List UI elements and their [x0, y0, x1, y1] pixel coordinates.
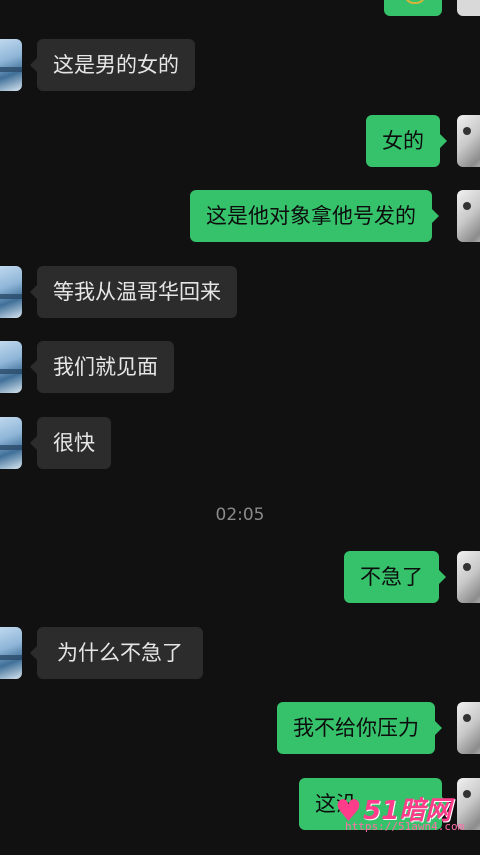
contact-avatar[interactable]	[0, 341, 22, 393]
incoming-message-bubble[interactable]: 这是男的女的	[30, 39, 195, 91]
my-avatar[interactable]	[457, 115, 480, 167]
watermark-url: https://51awn4.com	[345, 820, 465, 833]
my-avatar[interactable]	[457, 0, 480, 16]
chat-window: 这是男的女的 女的 这是他对象拿他号发的 等我从温哥华回来 我们就见面 很快 0…	[0, 0, 480, 855]
outgoing-message-bubble[interactable]: 不急了	[344, 551, 446, 603]
incoming-message-bubble[interactable]: 我们就见面	[30, 341, 174, 393]
contact-avatar[interactable]	[0, 39, 22, 91]
my-avatar[interactable]	[457, 190, 480, 242]
my-avatar[interactable]	[457, 551, 480, 603]
incoming-message-bubble[interactable]: 等我从温哥华回来	[30, 266, 237, 318]
contact-avatar[interactable]	[0, 417, 22, 469]
incoming-message-bubble[interactable]: 为什么不急了	[30, 627, 203, 679]
my-avatar[interactable]	[457, 702, 480, 754]
incoming-message-bubble[interactable]: 很快	[30, 417, 111, 469]
partial-message-bubble[interactable]	[384, 0, 442, 16]
contact-avatar[interactable]	[0, 627, 22, 679]
outgoing-message-bubble[interactable]: 我不给你压力	[277, 702, 442, 754]
outgoing-message-bubble[interactable]: 女的	[366, 115, 447, 167]
outgoing-message-bubble[interactable]: 这是他对象拿他号发的	[190, 190, 439, 242]
contact-avatar[interactable]	[0, 266, 22, 318]
site-watermark: ♥ 51暗网 https://51awn4.com	[335, 790, 480, 840]
timestamp: 02:05	[215, 505, 265, 525]
